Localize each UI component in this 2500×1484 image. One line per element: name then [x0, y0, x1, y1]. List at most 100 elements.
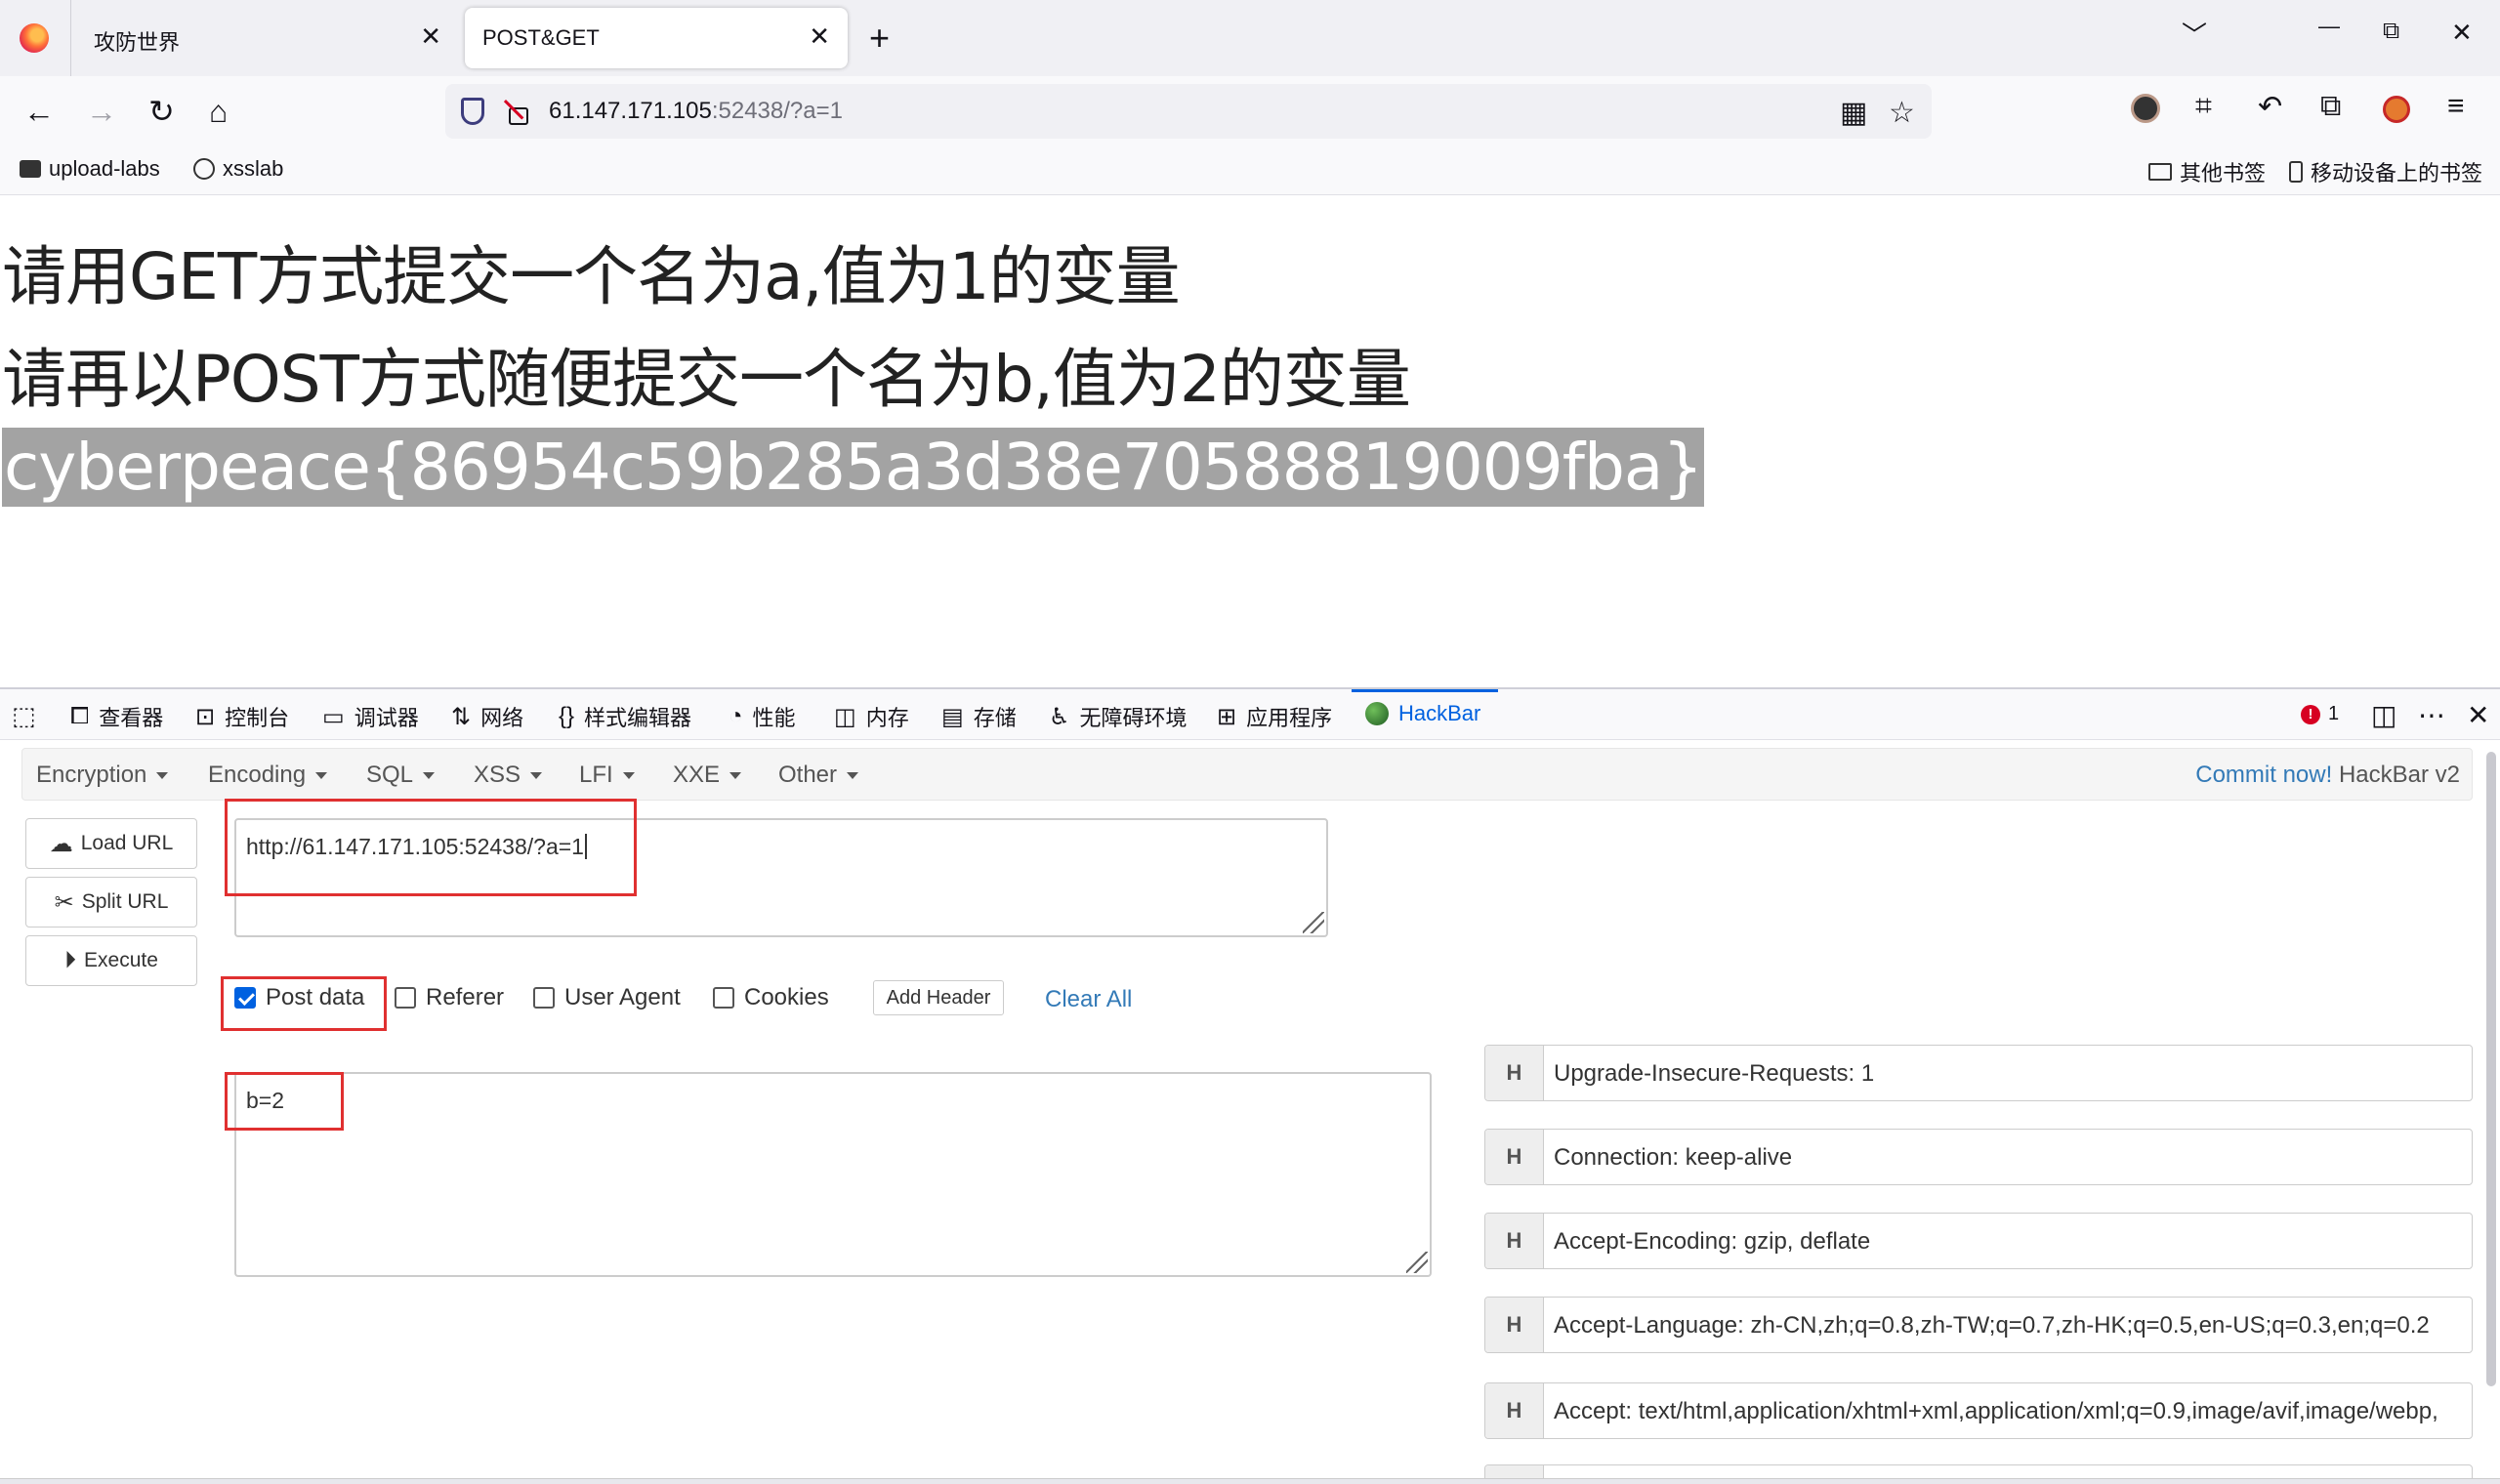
folder-icon: [20, 160, 41, 178]
insecure-lock-icon[interactable]: [506, 100, 528, 125]
bookmark-label: 移动设备上的书签: [2311, 161, 2483, 186]
qr-code-icon[interactable]: ▦: [1840, 96, 1867, 130]
cloud-download-icon: ☁: [49, 830, 73, 857]
url-host: 61.147.171.105: [549, 98, 712, 124]
tab-debugger[interactable]: ▭ 调试器: [322, 701, 419, 732]
header-toggle[interactable]: H: [1485, 1383, 1544, 1438]
header-value: Connection: keep-alive: [1554, 1144, 1793, 1171]
referer-checkbox[interactable]: Referer: [395, 984, 504, 1011]
post-data-textarea[interactable]: b=2: [234, 1072, 1432, 1277]
list-all-tabs-icon[interactable]: ﹀: [2182, 16, 2207, 52]
debugger-icon: ▭: [322, 703, 345, 730]
tab-accessibility[interactable]: ♿ 无障碍环境: [1049, 701, 1188, 732]
back-icon[interactable]: ←: [23, 92, 55, 131]
split-url-button[interactable]: ✂ Split URL: [25, 877, 197, 928]
tab-post-get[interactable]: POST&GET ✕: [465, 8, 848, 68]
menu-xxe[interactable]: XXE: [673, 762, 741, 789]
tab-label: 样式编辑器: [584, 706, 692, 730]
clear-all-link[interactable]: Clear All: [1045, 986, 1132, 1013]
menu-lfi[interactable]: LFI: [579, 762, 635, 789]
menu-encryption[interactable]: Encryption: [36, 762, 168, 789]
inspector-icon: ⧠: [70, 703, 90, 729]
tab-style-editor[interactable]: {} 样式编辑器: [559, 701, 691, 732]
resize-grip-icon[interactable]: [1406, 1252, 1428, 1273]
header-value: Accept-Language: zh-CN,zh;q=0.8,zh-TW;q=…: [1554, 1312, 2430, 1339]
tab-hackbar[interactable]: HackBar: [1365, 701, 1480, 726]
checkbox-unchecked[interactable]: [395, 987, 416, 1009]
user-agent-checkbox[interactable]: User Agent: [533, 984, 681, 1011]
reload-icon[interactable]: ↻: [148, 92, 175, 131]
tab-network[interactable]: ⇅ 网络: [451, 701, 523, 732]
avatar-icon[interactable]: [2131, 94, 2160, 123]
header-toggle[interactable]: H: [1485, 1298, 1544, 1352]
menu-icon[interactable]: ≡: [2447, 90, 2465, 123]
more-options-icon[interactable]: ⋯: [2418, 699, 2445, 731]
header-toggle[interactable]: H: [1485, 1214, 1544, 1268]
tracking-protection-shield-icon[interactable]: [461, 98, 484, 125]
menu-sql[interactable]: SQL: [366, 762, 435, 789]
bookmark-mobile[interactable]: 移动设备上的书签: [2289, 156, 2482, 187]
url-bar[interactable]: 61.147.171.105:52438/?a=1 ▦ ☆: [445, 84, 1932, 139]
commit-now-link[interactable]: Commit now!: [2195, 762, 2332, 788]
url-text[interactable]: 61.147.171.105:52438/?a=1: [549, 98, 843, 125]
add-header-button[interactable]: Add Header: [873, 980, 1004, 1015]
tab-console[interactable]: ⊡ 控制台: [195, 701, 289, 732]
bookmark-upload-labs[interactable]: upload-labs: [20, 156, 160, 182]
tab-storage[interactable]: ▤ 存储: [941, 701, 1017, 732]
resize-grip-icon[interactable]: [1303, 912, 1324, 933]
header-row[interactable]: H Accept-Encoding: gzip, deflate: [1484, 1213, 2473, 1269]
window-close-icon[interactable]: ✕: [2451, 18, 2473, 48]
load-url-button[interactable]: ☁ Load URL: [25, 818, 197, 869]
commit-link[interactable]: Commit now! HackBar v2: [2195, 762, 2460, 789]
bookmark-star-icon[interactable]: ☆: [1889, 96, 1915, 130]
checkbox-label: Referer: [426, 984, 505, 1010]
restore-icon[interactable]: ⧉: [2383, 18, 2399, 45]
header-toggle[interactable]: H: [1485, 1046, 1544, 1100]
menu-other[interactable]: Other: [778, 762, 858, 789]
header-row[interactable]: H Upgrade-Insecure-Requests: 1: [1484, 1045, 2473, 1101]
header-value: Accept: text/html,application/xhtml+xml,…: [1554, 1398, 2438, 1424]
header-row[interactable]: H Connection: keep-alive: [1484, 1129, 2473, 1185]
blocker-icon[interactable]: [2383, 96, 2410, 123]
hackbar-scrollbar[interactable]: [2486, 752, 2496, 1386]
tab-close-icon[interactable]: ✕: [420, 21, 441, 52]
dock-side-icon[interactable]: ◫: [2371, 699, 2396, 731]
element-picker-icon[interactable]: ⬚: [12, 701, 36, 731]
checkbox-unchecked[interactable]: [533, 987, 555, 1009]
minimize-icon[interactable]: —: [2318, 14, 2340, 39]
hackbar-logo-icon: [1365, 702, 1389, 725]
tab-memory[interactable]: ◫ 内存: [834, 701, 909, 732]
window-bottom-edge: [0, 1478, 2500, 1484]
tab-close-icon[interactable]: ✕: [809, 21, 830, 52]
menu-encoding[interactable]: Encoding: [208, 762, 327, 789]
cookies-checkbox[interactable]: Cookies: [713, 984, 829, 1011]
tab-application[interactable]: ⊞ 应用程序: [1217, 701, 1332, 732]
bookmark-xsslab[interactable]: xsslab: [193, 156, 283, 182]
bookmark-other[interactable]: 其他书签: [2148, 156, 2266, 187]
header-toggle[interactable]: H: [1485, 1130, 1544, 1184]
undo-icon[interactable]: ↶: [2258, 90, 2282, 124]
tab-label: 查看器: [99, 706, 164, 730]
url-path: :52438/?a=1: [711, 98, 843, 124]
new-tab-button[interactable]: +: [869, 18, 890, 59]
header-row[interactable]: H Accept-Language: zh-CN,zh;q=0.8,zh-TW;q…: [1484, 1297, 2473, 1353]
checkbox-label: User Agent: [564, 984, 681, 1010]
header-row[interactable]: H Accept: text/html,application/xhtml+xml…: [1484, 1382, 2473, 1439]
flag-text: cyberpeace{86954c59b285a3d38e70588819009…: [2, 428, 1705, 507]
active-tab-indicator: [1352, 689, 1498, 692]
error-count-badge[interactable]: ! 1: [2301, 703, 2339, 725]
checkbox-unchecked[interactable]: [713, 987, 734, 1009]
devtools-close-icon[interactable]: ✕: [2467, 699, 2489, 731]
menu-xss[interactable]: XSS: [474, 762, 542, 789]
forward-icon[interactable]: →: [86, 92, 117, 131]
tab-performance[interactable]: ◔ 性能: [729, 701, 796, 732]
execute-button[interactable]: ⏵ Execute: [25, 935, 197, 986]
extensions-icon[interactable]: ⧉: [2320, 90, 2341, 123]
tab-gongfang[interactable]: 攻防世界 ✕: [72, 0, 459, 76]
hackbar-version: HackBar v2: [2338, 762, 2460, 788]
home-icon[interactable]: ⌂: [209, 92, 228, 131]
tab-label: 无障碍环境: [1079, 706, 1188, 730]
tab-inspector[interactable]: ⧠ 查看器: [70, 701, 163, 732]
crop-icon[interactable]: ⌗: [2195, 90, 2212, 123]
hackbar-menu: Encryption Encoding SQL XSS LFI XXE Othe…: [21, 748, 2473, 801]
